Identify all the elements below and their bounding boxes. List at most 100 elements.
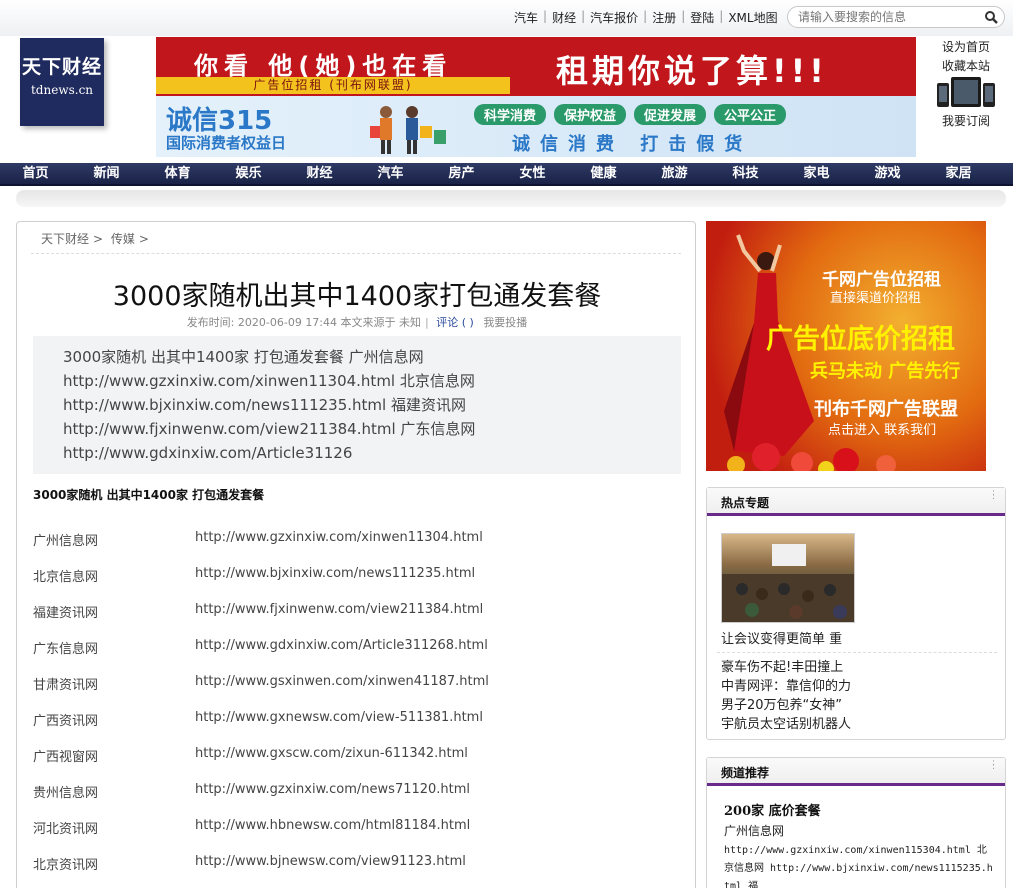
nav-item-tech[interactable]: 科技 [710,163,781,185]
toplink-finance[interactable]: 财经 [548,9,580,26]
toplink-register[interactable]: 注册 [648,9,680,26]
toplink-car-price[interactable]: 汽车报价 [586,9,642,26]
site-logo[interactable]: 天下财经 tdnews.cn [20,38,104,126]
set-homepage-link[interactable]: 设为首页 [926,38,1006,57]
side-links: 设为首页 收藏本站 [926,38,1006,76]
header-ad2-pills: 科学消费 保护权益 促进发展 公平公正 [474,104,787,125]
main-nav: 首页 新闻 体育 娱乐 财经 汽车 房产 女性 健康 旅游 科技 家电 游戏 家… [0,163,1013,186]
list-item: 广西视窗网 http://www.gxscw.com/zixun-611342.h… [33,746,655,782]
subscribe-link[interactable]: 我要订阅 [926,112,1006,129]
summary-line: http://www.gdxinxiw.com/Article31126 [63,444,353,462]
article-meta: 发布时间: 2020-06-09 17:44 本文来源于 未知 | 评论 ( ) … [186,316,528,329]
header-ad-banner-1[interactable]: 你看 他(她)也在看 租期你说了算!!! 广告位招租 (刊布网联盟) [156,37,916,96]
list-item: 广西资讯网 http://www.gxnewsw.com/view-511381.… [33,710,655,746]
site-name: 甘肃资讯网 [33,678,99,693]
site-name: 广东信息网 [33,642,99,657]
summary-line: 3000家随机 出其中1400家 打包通发套餐 广州信息网 [63,348,424,366]
site-name: 福建资讯网 [33,606,99,621]
site-name: 广西资讯网 [33,714,99,729]
hot-topics-heading: 热点专题 [721,496,770,510]
toplink-auto[interactable]: 汽车 [510,9,542,26]
divider-bar [16,190,1006,207]
publish-info: 发布时间: 2020-06-09 17:44 本文来源于 未知 [186,316,422,329]
nav-item-sports[interactable]: 体育 [142,163,213,185]
hot-topic-link[interactable]: 宇航员太空话别机器人 [721,715,851,734]
channel-recommend-box: 频道推荐 :: 200家 底价套餐 广州信息网 http://www.gzxin… [706,757,1006,888]
submit-link[interactable]: 我要投播 [483,316,527,329]
breadcrumb-media[interactable]: 传媒 [111,232,135,246]
nav-item-travel[interactable]: 旅游 [639,163,710,185]
nav-item-home[interactable]: 首页 [0,163,71,185]
article-panel: 天下财经 > 传媒 > 3000家随机出其中1400家打包通发套餐 发布时间: 20… [16,221,696,888]
toplink-xml-map[interactable]: XML地图 [724,9,781,26]
header-ad2-sub: 国际消费者权益日 [166,134,287,152]
list-item: 北京资讯网 http://www.bjnewsw.com/view91123.ht… [33,854,655,888]
hot-topics-header: 热点专题 :: [707,488,1005,516]
list-item: 福建资讯网 http://www.fjxinwenw.com/view211384… [33,602,655,638]
header-ad2-slogan: 诚信消费 打击假货 [512,134,753,155]
nav-item-realestate[interactable]: 房产 [426,163,497,185]
toplink-login[interactable]: 登陆 [686,9,718,26]
list-item: 广州信息网 http://www.gzxinxiw.com/xinwen11304… [33,530,655,566]
search-icon[interactable] [984,10,998,24]
list-item: 贵州信息网 http://www.gzxinxiw.com/news71120.h… [33,782,655,818]
sidebar-ad[interactable]: 千网广告位招租 直接渠道价招租 广告位底价招租 兵马未动 广告先行 刊布千网广告… [706,221,986,471]
hot-topic-link[interactable]: 男子20万包养“女神” [721,696,851,715]
pill-1: 科学消费 [474,104,547,125]
site-name: 广西视窗网 [33,750,99,765]
list-item: 广东信息网 http://www.gdxinxiw.com/Article3112… [33,638,655,674]
hot-topic-thumbnail[interactable] [721,533,855,623]
summary-line: http://www.bjxinxiw.com/news111235.html … [63,396,466,414]
hot-topics-box: 热点专题 :: 让会议变得更简单 重 豪车伤不起!丰田撞上 中青网评：靠信仰的力… [706,487,1006,740]
chevron-right-icon: > [93,232,104,246]
nav-item-appliances[interactable]: 家电 [781,163,852,185]
search-input[interactable] [798,10,978,24]
header-ad1-strip: 广告位招租 (刊布网联盟) [156,77,510,94]
hot-topic-link[interactable]: 中青网评：靠信仰的力 [721,677,851,696]
grip-icon: :: [991,488,995,502]
flowers-decoration-icon [727,443,896,471]
nav-item-health[interactable]: 健康 [568,163,639,185]
channel-recommend-header: 频道推荐 :: [707,758,1005,786]
hot-topic-caption[interactable]: 让会议变得更简单 重 [721,628,842,647]
hot-topic-link[interactable]: 豪车伤不起!丰田撞上 [721,658,851,677]
site-name: 河北资讯网 [33,822,99,837]
top-bar: 汽车 | 财经 | 汽车报价 | 注册 | 登陆 | XML地图 [0,0,1013,36]
site-list: 广州信息网 http://www.gzxinxiw.com/xinwen11304… [33,530,655,888]
ad-line-3: 广告位底价招租 [766,324,955,355]
list-item: 北京信息网 http://www.bjxinxiw.com/news111235.… [33,566,655,602]
summary-line: http://www.fjxinwenw.com/view211384.html… [63,420,476,438]
nav-item-home-decor[interactable]: 家居 [923,163,994,185]
nav-item-games[interactable]: 游戏 [852,163,923,185]
article-summary: 3000家随机 出其中1400家 打包通发套餐 广州信息网 http://www… [33,336,681,474]
channel-item-text: http://www.gzxinxiw.com/xinwen115304.htm… [724,845,993,888]
site-url: http://www.fjxinwenw.com/view211384.html [195,602,484,617]
nav-item-women[interactable]: 女性 [497,163,568,185]
shoppers-illustration-icon [370,106,446,154]
nav-item-news[interactable]: 新闻 [71,163,142,185]
nav-item-finance[interactable]: 财经 [284,163,355,185]
nav-item-auto[interactable]: 汽车 [355,163,426,185]
pill-2: 保护权益 [554,104,627,125]
comment-link[interactable]: 评论 ( ) [436,316,474,329]
pill-3: 促进发展 [634,104,707,125]
ad-line-2: 直接渠道价招租 [830,291,922,306]
header-ad-banner-2[interactable]: 诚信315 国际消费者权益日 科学消费 保护权益 促进发展 公平公正 诚信消费 … [156,96,916,157]
breadcrumb-home[interactable]: 天下财经 [41,232,89,246]
site-name: 北京资讯网 [33,858,99,873]
add-favorite-link[interactable]: 收藏本站 [926,57,1006,76]
site-url: http://www.gzxinxiw.com/xinwen11304.html [195,530,483,545]
logo-domain: tdnews.cn [30,83,94,97]
search-box [787,6,1005,28]
meeting-photo-icon [722,544,854,622]
channel-item-line: 广州信息网 [724,824,785,838]
nav-item-entertainment[interactable]: 娱乐 [213,163,284,185]
pill-4: 公平公正 [714,104,787,125]
site-name: 贵州信息网 [33,786,99,801]
devices-icon[interactable] [937,77,995,109]
site-url: http://www.hbnewsw.com/html81184.html [195,818,471,833]
channel-recommend-heading: 频道推荐 [721,766,770,780]
breadcrumb-divider [31,253,681,254]
channel-item-title[interactable]: 200家 底价套餐 [724,800,821,819]
summary-line: http://www.gzxinxiw.com/xinwen11304.html… [63,372,475,390]
